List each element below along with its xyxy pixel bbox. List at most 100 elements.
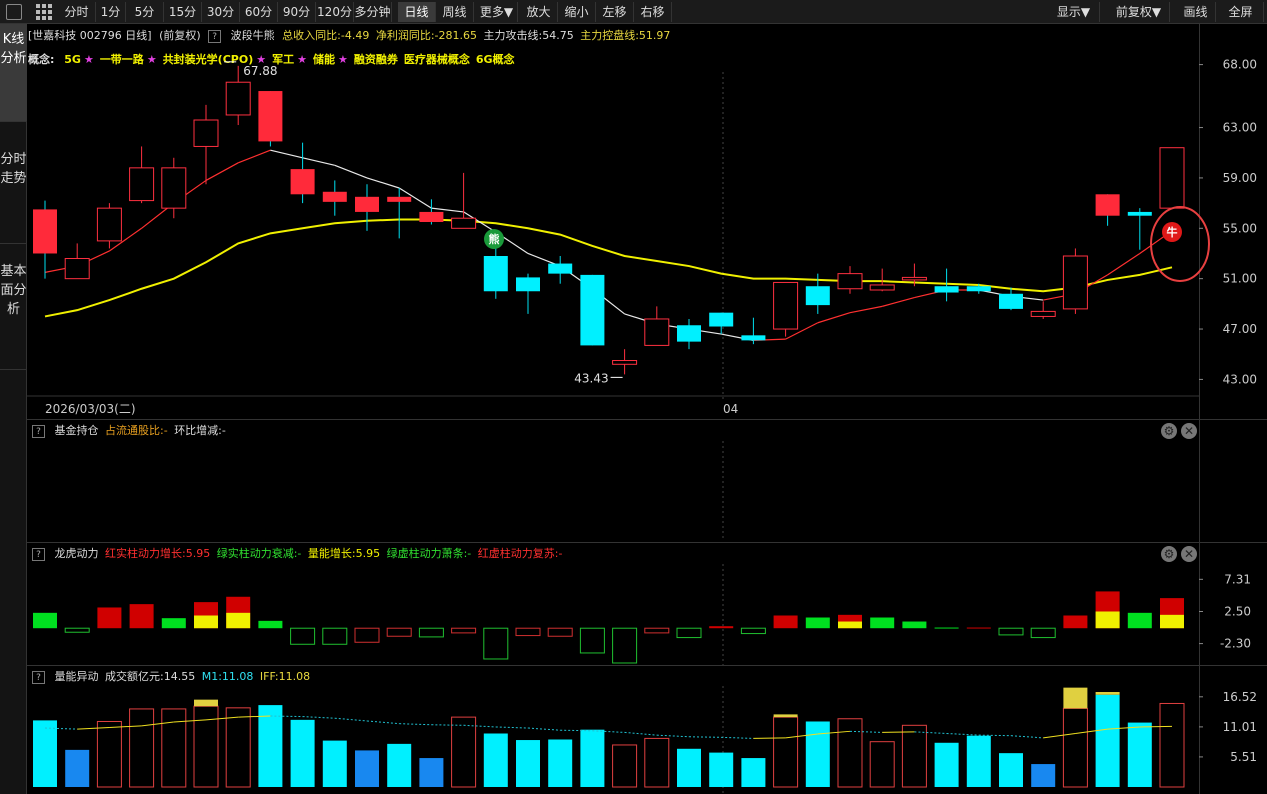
toolbar-button-1分[interactable]: 1分 [96, 2, 126, 22]
fund-change: 环比增减:- [174, 424, 226, 437]
attack-line-segment [817, 312, 851, 324]
dragon-bar [322, 627, 348, 645]
volume-yellow-cap [194, 699, 218, 707]
toolbar-button-30分[interactable]: 30分 [202, 2, 240, 22]
close-icon[interactable]: ✕ [1181, 423, 1197, 439]
y-tick-label: -2.30 [1220, 637, 1251, 651]
volume-bar [1031, 764, 1056, 787]
candle [129, 167, 155, 202]
dragon-bar [805, 617, 830, 629]
dragon-yellow-bar [1160, 614, 1184, 629]
dragon-yellow-bar [226, 612, 251, 629]
y-tick-label: 16.52 [1223, 690, 1257, 704]
volume-bar [290, 719, 315, 787]
volume-ma-segment [302, 716, 335, 719]
volume-yellow-cap [773, 714, 798, 718]
toolbar-button-放大[interactable]: 放大 [520, 2, 558, 22]
toolbar-button-周线[interactable]: 周线 [436, 2, 474, 22]
dragon-bar [1030, 627, 1056, 639]
toolbar-button-日线[interactable]: 日线 [398, 2, 436, 22]
toolbar: 分时 1分 5分 15分 30分 60分 90分 120分 多分钟 日线 周线 更多▼ 放大 缩小 左移 右移… [0, 0, 1267, 24]
dragon-bar [451, 627, 477, 634]
toolbar-button-右移[interactable]: 右移 [634, 2, 672, 22]
date-label: 04 [723, 402, 738, 416]
tab-fundamentals[interactable]: 基本面分析 [0, 256, 27, 370]
toolbar-button-90分[interactable]: 90分 [278, 2, 316, 22]
dragon-bar [1063, 615, 1088, 629]
volume-bar [387, 743, 412, 787]
candle [516, 277, 540, 292]
toolbar-button-5分[interactable]: 5分 [126, 2, 164, 22]
close-icon[interactable]: ✕ [1181, 546, 1197, 562]
volume-bar [516, 740, 540, 787]
toolbar-button-左移[interactable]: 左移 [596, 2, 634, 22]
volume-ma-segment [1010, 735, 1044, 739]
dragon-bar [64, 627, 90, 633]
candle [451, 217, 477, 229]
volume-bar [483, 733, 508, 787]
tab-timeshare[interactable]: 分时走势 [0, 144, 27, 244]
dragon-green-hollow: 绿虚柱动力萧条:- [386, 547, 472, 560]
candle [193, 119, 219, 147]
grid-icon[interactable] [36, 4, 52, 20]
dragon-yellow-bar [194, 615, 218, 629]
toolbar-button-前复权[interactable]: 前复权▼ [1108, 2, 1170, 22]
toolbar-button-分时[interactable]: 分时 [58, 2, 96, 22]
candle [1159, 147, 1185, 209]
attack-line-segment [882, 296, 915, 307]
volume-bar [934, 742, 959, 787]
checkbox-icon[interactable] [6, 4, 22, 20]
volume-bar [419, 758, 444, 787]
volume-bar [161, 708, 187, 788]
toolbar-button-60分[interactable]: 60分 [240, 2, 278, 22]
candle [677, 325, 701, 342]
volume-bar [322, 740, 347, 787]
volume-ma-segment [624, 731, 657, 736]
attack-line-segment [270, 149, 303, 159]
toolbar-button-多分钟[interactable]: 多分钟 [354, 2, 392, 22]
help-icon[interactable]: ? [32, 547, 45, 561]
attack-line-segment [237, 149, 271, 164]
y-tick-label: 5.51 [1230, 750, 1257, 764]
tab-kline[interactable]: K线分析 [0, 24, 27, 122]
y-tick-label: 7.31 [1224, 572, 1251, 586]
toolbar-button-120分[interactable]: 120分 [316, 2, 354, 22]
gear-icon[interactable]: ⚙ [1161, 423, 1177, 439]
toolbar-button-更多[interactable]: 更多▼ [476, 2, 518, 22]
volume-bar [96, 720, 122, 788]
volume-ma-segment [882, 731, 915, 733]
volume-bar [773, 716, 799, 788]
volume-bar [1062, 707, 1088, 788]
dragon-bar [515, 627, 541, 637]
dragon-bar [418, 627, 444, 638]
y-tick-label: 47.00 [1223, 322, 1257, 336]
volume-bar [612, 744, 638, 788]
toolbar-button-显示[interactable]: 显示▼ [1048, 2, 1100, 22]
dragon-bar [354, 627, 380, 643]
toolbar-button-画线[interactable]: 画线 [1176, 2, 1216, 22]
help-icon[interactable]: ? [32, 670, 45, 684]
volume-ma-segment [978, 734, 1012, 737]
dragon-chart[interactable]: 7.31 2.50 -2.30 [27, 564, 1267, 665]
toolbar-button-全屏[interactable]: 全屏 [1218, 2, 1264, 22]
candle [96, 207, 122, 242]
volume-bar [999, 753, 1023, 787]
fund-title: 基金持仓 [54, 424, 99, 437]
volume-ma-segment [688, 736, 722, 738]
candle [934, 286, 959, 293]
volume-yellow-cap [1063, 687, 1088, 709]
toolbar-button-15分[interactable]: 15分 [164, 2, 202, 22]
kline-chart[interactable]: 68.00 63.00 59.00 55.00 51.00 47.00 43.00 67.88… [27, 24, 1267, 419]
candle [1127, 211, 1152, 216]
candle [805, 286, 830, 306]
help-icon[interactable]: ? [32, 424, 45, 438]
candle [290, 169, 315, 195]
toolbar-button-缩小[interactable]: 缩小 [558, 2, 596, 22]
volume-chart[interactable]: 16.52 11.01 5.51 [27, 686, 1267, 794]
gear-icon[interactable]: ⚙ [1161, 546, 1177, 562]
volume-panel-header: ? 量能异动 成交额亿元:14.55 M1:11.08 IFF:11.08 [28, 667, 310, 687]
attack-line-segment [849, 305, 883, 314]
fund-panel-header: ? 基金持仓 占流通股比:- 环比增减:- [28, 421, 226, 441]
volume-m1: M1:11.08 [201, 670, 254, 683]
dragon-red-solid: 红实柱动力增长:5.95 [105, 547, 211, 560]
